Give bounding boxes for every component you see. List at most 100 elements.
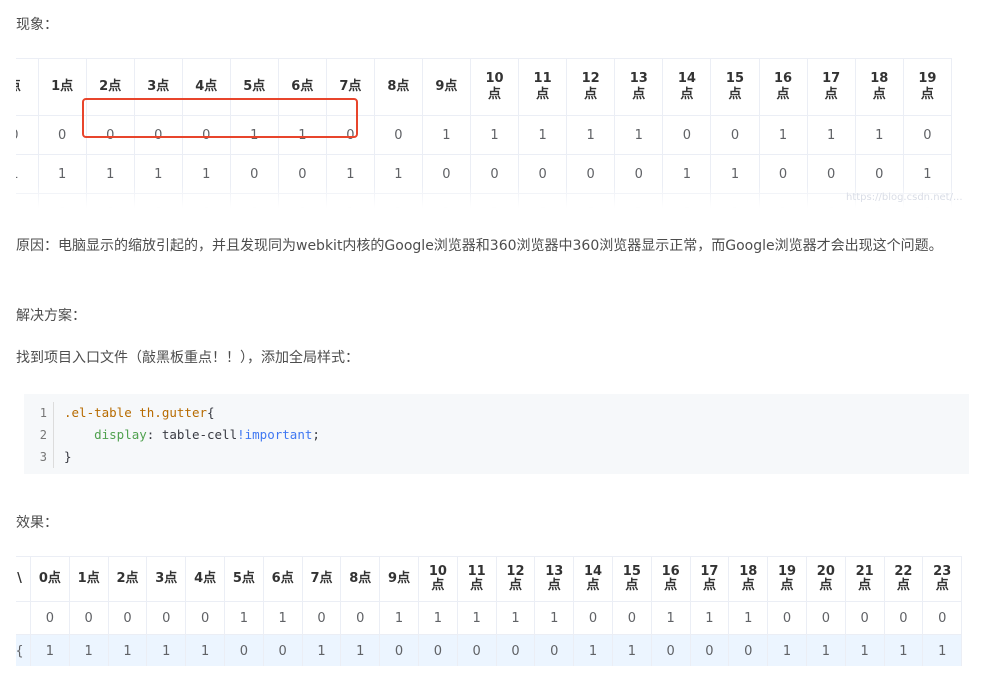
column-header: 12 点 — [566, 58, 616, 116]
column-header: 16 点 — [758, 58, 808, 116]
table-cell: 1 — [767, 634, 807, 666]
table-cell: 0 — [229, 154, 279, 194]
table-cell: 1 — [133, 154, 183, 194]
column-header: 16 点 — [650, 556, 691, 602]
table-cell: 1 — [614, 193, 664, 208]
table-cell: 1 — [181, 154, 231, 194]
table-cell: 0 — [469, 154, 520, 194]
table-cell: 1 — [614, 115, 664, 155]
table-cell: 1 — [758, 115, 808, 155]
table-cell: 1 — [223, 601, 264, 635]
column-header: 10 点 — [417, 556, 458, 602]
table-cell: 1 — [805, 634, 846, 666]
column-header: 1点 — [37, 58, 87, 116]
table-cell: 0 — [767, 601, 807, 635]
code-brace-open: { — [207, 405, 215, 420]
table-cell: 1 — [902, 154, 953, 194]
column-header: 7点 — [301, 556, 342, 602]
table-cell: 0 — [758, 154, 808, 194]
table-cell: 0 — [277, 154, 327, 194]
table-cell: 1 — [573, 634, 613, 666]
solution-heading: 解决方案： — [16, 308, 86, 324]
table-cell: 0 — [229, 193, 279, 208]
table-cell: 1 — [662, 154, 712, 194]
table-cell: 1 — [68, 634, 109, 666]
table-row: 000001100111110011100000 — [16, 601, 963, 635]
table-cell: 1 — [373, 193, 423, 208]
column-header: 12 点 — [495, 556, 536, 602]
table-cell: 1 — [806, 115, 856, 155]
table-cell: 0 — [495, 634, 536, 666]
table-cell: 1 — [922, 634, 963, 666]
fixed-table-screenshot: \ 0点 1点 2点 3点 4点 5点 6点 7点 8点 9点 10 点 11 点 12 点 13 点 14 点 15 点 1… — [16, 556, 978, 666]
column-header: 4点 — [185, 556, 225, 602]
column-header: 15 点 — [710, 58, 760, 116]
table-row: 00000001111001011000 — [16, 193, 953, 208]
table-cell: 0 — [566, 193, 616, 208]
column-header: 10 点 — [469, 58, 520, 116]
table-cell: 1 — [37, 154, 87, 194]
table-cell: 1 — [146, 634, 187, 666]
code-brace-close: } — [64, 449, 72, 464]
column-header: 2点 — [107, 556, 148, 602]
table-cell: 1 — [301, 634, 342, 666]
table-cell: 1 — [325, 154, 375, 194]
line-number: 1 — [39, 406, 47, 420]
table-cell: 0 — [16, 115, 39, 155]
table-cell: 0 — [16, 193, 39, 208]
table-cell: 0 — [518, 154, 568, 194]
corner-header: \ — [16, 556, 31, 602]
table-cell: 0 — [518, 193, 568, 208]
column-header: 14 点 — [662, 58, 712, 116]
table-cell: 1 — [689, 601, 730, 635]
column-header: 13 点 — [534, 556, 575, 602]
table-cell: 0 — [844, 601, 885, 635]
table-cell: 0 — [262, 634, 303, 666]
table-cell: 0 — [133, 193, 183, 208]
table-row: {1 1 1 1 1 0 0 1 1 0 0 0 0 0 1 1 0 0 0 1 1 1 1 1 — [16, 634, 963, 666]
table-cell: 1 — [417, 601, 458, 635]
table-cell: 1 — [379, 601, 419, 635]
column-header: 18 点 — [854, 58, 904, 116]
code-important: !important — [237, 427, 313, 442]
reason-paragraph: 原因：电脑显示的缩放引起的，并且发现同为webkit内核的Google浏览器和3… — [16, 238, 943, 254]
column-header: 9点 — [421, 58, 471, 116]
column-header: 0点 — [30, 556, 70, 602]
column-header: 17 点 — [806, 58, 856, 116]
table-cell: 0 — [922, 601, 963, 635]
table-cell: 0 — [68, 601, 109, 635]
table-cell: 1 — [844, 634, 885, 666]
table-cell: 0 — [662, 193, 712, 208]
table-cell: 0 — [806, 154, 856, 194]
row-label — [16, 601, 31, 635]
table-cell: 0 — [710, 115, 760, 155]
column-header: 8点 — [340, 556, 381, 602]
column-header: 20 点 — [805, 556, 846, 602]
code-property: display — [94, 427, 147, 442]
code-value: : table-cell — [146, 427, 238, 442]
table-cell: 0 — [689, 634, 730, 666]
column-header: 19 点 — [902, 58, 953, 116]
column-header: 11 点 — [518, 58, 568, 116]
table-row: 11111001100000110001 — [16, 154, 953, 194]
table-cell: 0 — [373, 115, 423, 155]
table-cell: 1 — [421, 115, 471, 155]
table-cell: 1 — [469, 193, 520, 208]
table-cell: 0 — [883, 601, 924, 635]
table-cell: 0 — [301, 601, 342, 635]
table-cell: 1 — [854, 115, 904, 155]
column-header: 8点 — [373, 58, 423, 116]
code-selector-tag: th.gutter — [131, 405, 207, 420]
table-cell: 1 — [650, 601, 691, 635]
table-cell: 1 — [566, 115, 616, 155]
table-cell: 0 — [650, 634, 691, 666]
table-cell: 0 — [379, 634, 419, 666]
column-header: 14 点 — [573, 556, 613, 602]
table-cell: 0 — [662, 115, 712, 155]
column-header: 23 点 — [922, 556, 963, 602]
table-cell: 0 — [146, 601, 187, 635]
line-number: 3 — [39, 450, 47, 464]
watermark: https://blog.csdn.net/... — [846, 192, 963, 203]
instruction-text: 找到项目入口文件（敲黑板重点！！），添加全局样式： — [16, 350, 359, 366]
table-cell: 1 — [728, 601, 769, 635]
